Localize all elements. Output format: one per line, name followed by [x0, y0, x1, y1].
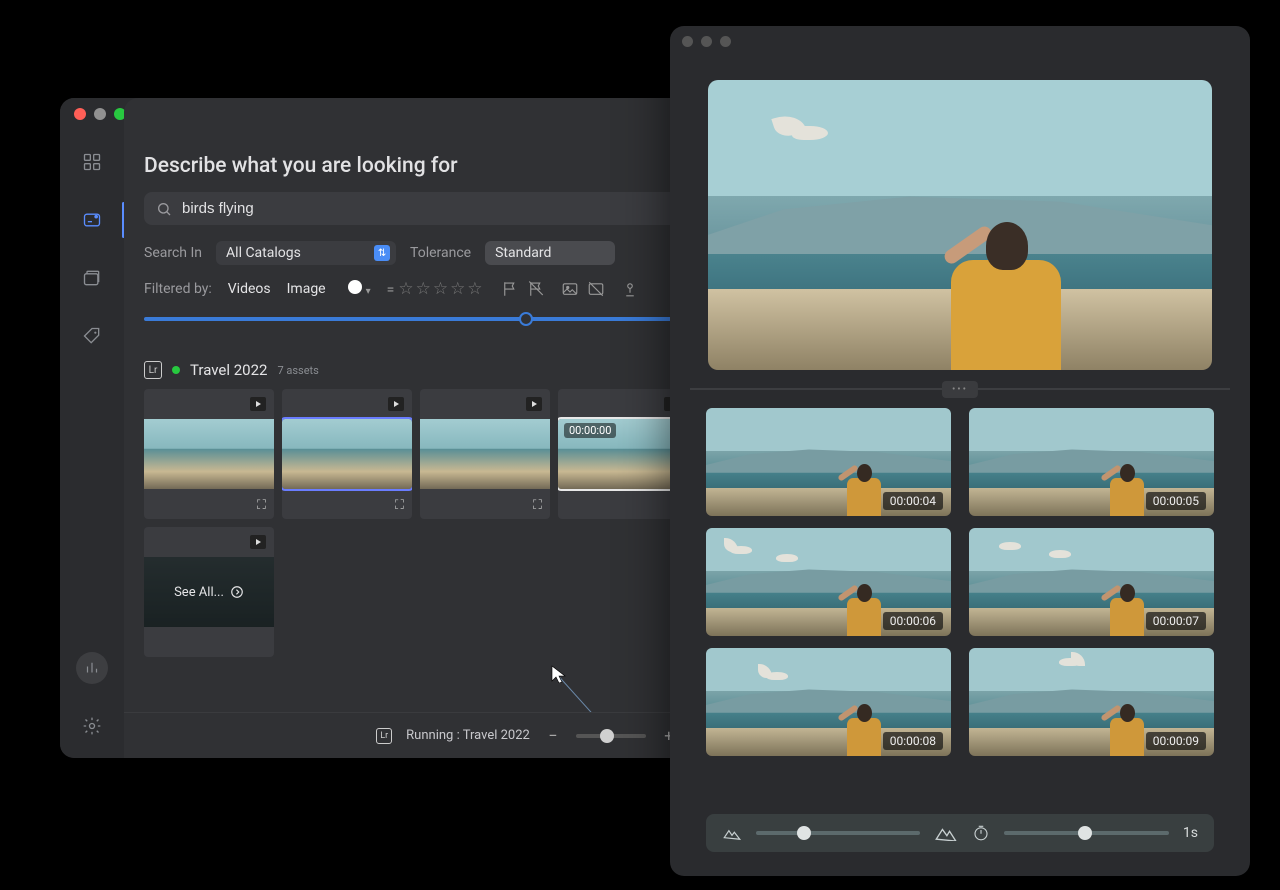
- see-all-button[interactable]: See All...: [144, 527, 274, 657]
- window-dot[interactable]: [701, 36, 712, 47]
- play-icon: [250, 397, 266, 411]
- catalog-title: Travel 2022: [190, 361, 267, 379]
- thumb-size-slider[interactable]: [576, 734, 646, 738]
- expand-icon[interactable]: ⛶: [395, 498, 404, 513]
- expand-icon[interactable]: ⛶: [257, 498, 266, 513]
- play-icon: [526, 397, 542, 411]
- frame-thumb[interactable]: 00:00:09: [969, 648, 1214, 756]
- rating-filter[interactable]: =☆☆☆☆☆: [387, 279, 485, 299]
- frame-timecode: 00:00:08: [883, 732, 943, 750]
- slider-knob[interactable]: [1078, 826, 1092, 840]
- left-sidebar: [60, 98, 124, 758]
- catalog-asset-count: 7 assets: [277, 364, 318, 377]
- color-label-filter[interactable]: ▾: [342, 280, 371, 298]
- dashboard-icon[interactable]: [76, 146, 108, 178]
- interval-slider[interactable]: [1004, 831, 1168, 835]
- expand-icon[interactable]: ⛶: [533, 498, 542, 513]
- frame-thumb[interactable]: 00:00:06: [706, 528, 951, 636]
- preview-traffic-lights: [670, 26, 1250, 56]
- tolerance-select[interactable]: Standard: [485, 241, 615, 265]
- bird-graphic: [774, 114, 844, 154]
- close-window-dot[interactable]: [74, 108, 86, 120]
- thumb-size-large-icon: [934, 825, 958, 841]
- person-graphic: [931, 170, 1081, 370]
- frame-timecode: 00:00:05: [1146, 492, 1206, 510]
- relevance-slider-handle[interactable]: [519, 312, 533, 326]
- thumb-size-slider[interactable]: [756, 831, 920, 835]
- chevron-right-circle-icon: [230, 585, 244, 599]
- window-dot[interactable]: [682, 36, 693, 47]
- preview-window: ••• 00:00:04 00:00:05 00:00:06 00:00:07: [670, 26, 1250, 876]
- ai-search-icon[interactable]: [76, 204, 108, 236]
- cursor-pointer-icon: [551, 665, 567, 683]
- filter-videos[interactable]: Videos: [228, 281, 271, 297]
- preview-footer: 1s: [706, 814, 1214, 852]
- drag-dots-icon: •••: [942, 381, 978, 398]
- search-in-label: Search In: [144, 245, 202, 261]
- preview-hero[interactable]: [708, 80, 1212, 370]
- orientation-filter[interactable]: [561, 280, 605, 298]
- thumb-size-small-icon: [722, 826, 742, 840]
- minimize-window-dot[interactable]: [94, 108, 106, 120]
- result-thumb[interactable]: ⛶: [282, 389, 412, 519]
- stats-icon[interactable]: [76, 652, 108, 684]
- frame-timecode: 00:00:04: [883, 492, 943, 510]
- search-in-select[interactable]: All Catalogs ⇅: [216, 241, 396, 265]
- tag-icon[interactable]: [76, 320, 108, 352]
- flag-filter[interactable]: [501, 280, 545, 298]
- frame-thumb[interactable]: 00:00:05: [969, 408, 1214, 516]
- tolerance-label: Tolerance: [410, 245, 471, 261]
- interval-value: 1s: [1183, 825, 1198, 841]
- library-icon[interactable]: [76, 262, 108, 294]
- interval-icon: [972, 824, 990, 842]
- thumb-timecode: 00:00:00: [564, 423, 616, 438]
- result-thumb[interactable]: 00:00:00: [558, 389, 688, 519]
- result-thumb[interactable]: ⛶: [420, 389, 550, 519]
- zoom-out-button[interactable]: −: [544, 726, 562, 745]
- lightroom-badge-icon: Lr: [376, 728, 392, 744]
- slider-knob[interactable]: [797, 826, 811, 840]
- result-thumb[interactable]: ⛶: [144, 389, 274, 519]
- frame-thumb[interactable]: 00:00:08: [706, 648, 951, 756]
- search-in-value: All Catalogs: [226, 245, 301, 261]
- catalog-online-dot: [172, 366, 180, 374]
- frame-timecode: 00:00:09: [1146, 732, 1206, 750]
- frame-thumb[interactable]: 00:00:04: [706, 408, 951, 516]
- location-filter[interactable]: [621, 280, 639, 298]
- window-dot[interactable]: [720, 36, 731, 47]
- frame-thumb[interactable]: 00:00:07: [969, 528, 1214, 636]
- filter-image[interactable]: Image: [287, 281, 326, 297]
- play-icon: [388, 397, 404, 411]
- footer-status: Running : Travel 2022: [406, 728, 530, 743]
- frame-timecode: 00:00:06: [883, 612, 943, 630]
- search-icon: [156, 201, 172, 217]
- settings-gear-icon[interactable]: [76, 710, 108, 742]
- tolerance-value: Standard: [495, 245, 551, 261]
- select-updown-icon: ⇅: [374, 245, 390, 261]
- frame-grid: 00:00:04 00:00:05 00:00:06 00:00:07 00:0…: [706, 408, 1214, 756]
- panel-drag-handle[interactable]: •••: [690, 388, 1230, 390]
- see-all-label: See All...: [174, 585, 224, 600]
- slider-knob[interactable]: [600, 729, 614, 743]
- filtered-by-label: Filtered by:: [144, 281, 212, 297]
- lightroom-badge-icon: Lr: [144, 361, 162, 379]
- frame-timecode: 00:00:07: [1146, 612, 1206, 630]
